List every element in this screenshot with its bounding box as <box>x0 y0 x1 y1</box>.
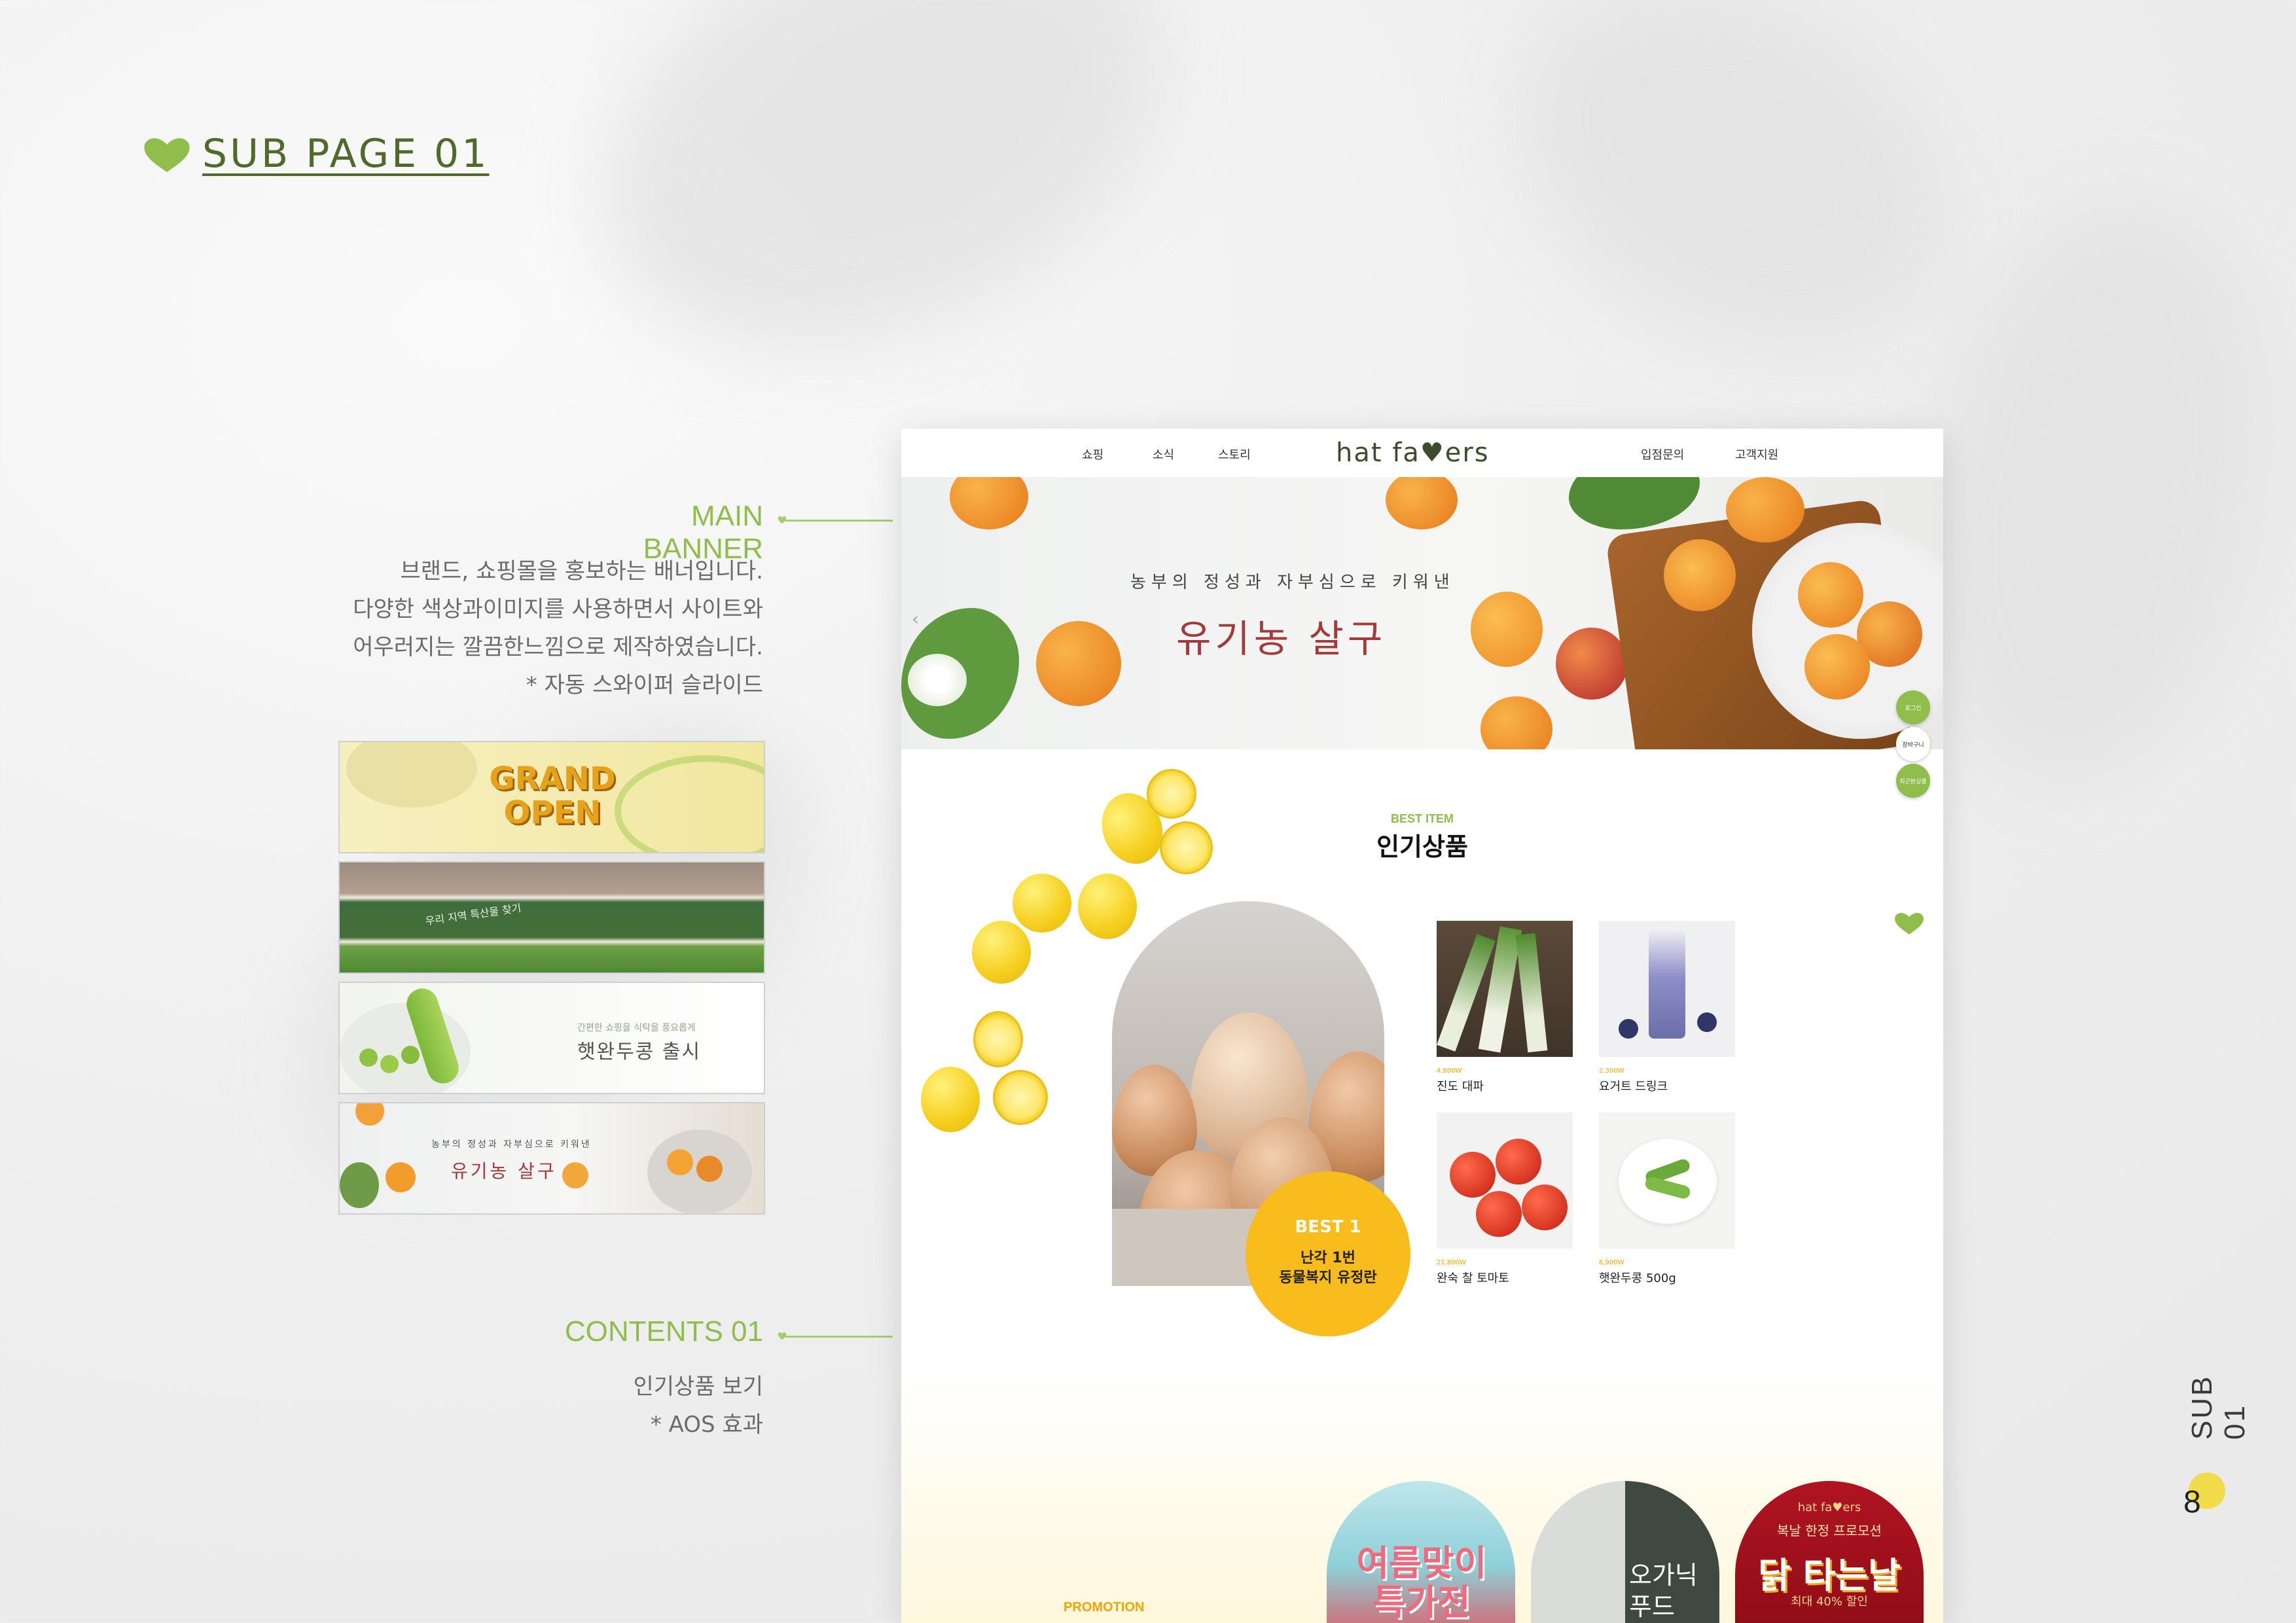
cart-label: 장바구니 <box>1902 741 1924 749</box>
best-badge: BEST 1 난각 1번 동물복지 유정란 <box>1246 1171 1410 1336</box>
lemon-slice-image <box>993 1070 1048 1125</box>
thumbnail-title: 햇완두콩 출시 <box>577 1041 702 1063</box>
nav-partner[interactable]: 입점문의 <box>1641 446 1684 463</box>
top-navigation: 쇼핑 소식 스토리 hat fa♥ers 입점문의 고객지원 <box>901 429 1943 477</box>
apricot-image <box>1798 562 1863 628</box>
contents-01-description: 인기상품 보기 * AOS 효과 <box>458 1368 764 1444</box>
apricot-image <box>1471 592 1543 667</box>
description-line: * 자동 스와이퍼 슬라이드 <box>526 672 763 698</box>
banner-thumbnail-local[interactable]: 우리 지역 특산물 찾기 <box>338 861 765 974</box>
cart-button[interactable]: 장바구니 <box>1896 727 1930 761</box>
slider-prev-icon[interactable]: ‹ <box>912 608 919 630</box>
product-image-yogurt <box>1599 921 1735 1057</box>
page-heading: SUB PAGE 01 <box>141 131 489 177</box>
description-line: * AOS 효과 <box>650 1412 763 1438</box>
product-price: 6,900W <box>1599 1259 1624 1266</box>
product-price: 2,300W <box>1599 1067 1624 1075</box>
product-name: 진도 대파 <box>1437 1080 1484 1094</box>
product-image-tomato <box>1437 1113 1573 1249</box>
thumbnail-title: 유기농 살구 <box>451 1160 557 1182</box>
connector-line <box>785 1336 893 1338</box>
flower-image <box>908 654 967 706</box>
page-number: 8 <box>2183 1485 2201 1520</box>
hero-subtitle: 농부의 정성과 자부심으로 키워낸 <box>1130 573 1455 592</box>
lemon-image <box>972 921 1031 984</box>
badge-rank: BEST 1 <box>1295 1217 1361 1237</box>
banner-thumbnail-peas[interactable]: 간편한 쇼핑을 식탁을 풍요롭게 햇완두콩 출시 <box>338 982 765 1094</box>
promotion-card-subtitle: 복날 한정 프로모션 <box>1777 1523 1882 1539</box>
nav-news[interactable]: 소식 <box>1153 446 1174 463</box>
nav-support[interactable]: 고객지원 <box>1735 446 1778 463</box>
apricot-image <box>1480 696 1552 749</box>
thumbnail-title: GRAND OPEN <box>489 760 616 831</box>
contents-01-title: CONTENTS 01 <box>564 1315 763 1347</box>
product-price: 21,800W <box>1437 1259 1466 1266</box>
thumbnail-subtitle: 농부의 정성과 자부심으로 키워낸 <box>431 1139 592 1150</box>
apricot-image <box>950 477 1028 529</box>
login-button[interactable]: 로그인 <box>1896 690 1930 724</box>
lemon-slice-image <box>973 1011 1023 1067</box>
background-shadow <box>1882 172 2296 810</box>
product-image-peas <box>1599 1113 1735 1249</box>
lemon-image <box>1078 874 1137 939</box>
best-item-label: BEST ITEM <box>1390 812 1454 825</box>
hero-title: 유기농 살구 <box>1176 616 1387 661</box>
website-mockup: 쇼핑 소식 스토리 hat fa♥ers 입점문의 고객지원 농부의 정성과 자… <box>901 429 1943 1623</box>
apricot-image <box>1804 634 1870 700</box>
leaf-image <box>1569 477 1700 529</box>
recent-label: 최근본상품 <box>1899 778 1927 785</box>
promotion-card-brand: hat fa♥ers <box>1797 1501 1861 1514</box>
description-line: 어우러지는 깔끔한느낌으로 제작하였습니다. <box>353 634 763 660</box>
best-item-title: 인기상품 <box>1376 832 1468 861</box>
background-shadow <box>533 0 1234 434</box>
nav-shop[interactable]: 쇼핑 <box>1082 446 1103 463</box>
background-shadow <box>1454 0 2015 420</box>
banner-thumbnail-apricot[interactable]: 농부의 정성과 자부심으로 키워낸 유기농 살구 <box>338 1102 765 1215</box>
page-title: SUB PAGE 01 <box>202 131 490 177</box>
badge-product-line1: 난각 1번 <box>1300 1250 1355 1266</box>
promotion-card-discount: 최대 40% 할인 <box>1791 1595 1868 1609</box>
heart-leaf-icon <box>144 138 190 172</box>
promotion-label: PROMOTION <box>1064 1600 1145 1614</box>
lemon-slice-image <box>1147 769 1196 819</box>
promotion-card-title: 여름맞이 특가전 <box>1356 1543 1487 1623</box>
lemon-image <box>1013 874 1071 933</box>
login-label: 로그인 <box>1905 705 1922 712</box>
product-card[interactable]: 4,800W 진도 대파 <box>1437 921 1573 1094</box>
apricot-image <box>1036 621 1121 706</box>
recent-items-button[interactable]: 최근본상품 <box>1896 764 1930 798</box>
apricot-image <box>1664 539 1736 611</box>
heart-leaf-icon <box>1895 912 1924 935</box>
product-price: 4,800W <box>1437 1067 1462 1075</box>
main-banner-description: 브랜드, 쇼핑몰을 홍보하는 배너입니다. 다양한 색상과이미지를 사용하면서 … <box>262 552 763 704</box>
lemon-image <box>921 1067 980 1132</box>
section-vertical-label: SUB 01 <box>2186 1374 2251 1440</box>
connector-line <box>785 520 893 522</box>
nav-story[interactable]: 스토리 <box>1218 446 1251 463</box>
apricot-image <box>1386 477 1458 529</box>
badge-product-line2: 동물복지 유정란 <box>1279 1270 1377 1286</box>
description-line: 인기상품 보기 <box>633 1374 764 1400</box>
description-line: 다양한 색상과이미지를 사용하면서 사이트와 <box>353 596 763 622</box>
product-name: 요거트 드링크 <box>1599 1080 1668 1094</box>
product-name: 햇완두콩 500g <box>1599 1272 1676 1285</box>
product-image-green-onion <box>1437 921 1573 1057</box>
banner-thumbnail-grand-open[interactable]: GRAND OPEN <box>338 741 765 853</box>
product-card[interactable]: 2,300W 요거트 드링크 <box>1599 921 1735 1094</box>
product-card[interactable]: 6,900W 햇완두콩 500g <box>1599 1113 1735 1286</box>
lemon-slice-image <box>1160 821 1213 874</box>
product-name: 완숙 찰 토마토 <box>1437 1272 1509 1285</box>
description-line: 브랜드, 쇼핑몰을 홍보하는 배너입니다. <box>400 558 763 584</box>
thumbnail-subtitle: 우리 지역 특산물 찾기 <box>424 901 522 928</box>
peach-image <box>1556 628 1628 700</box>
promotion-card-title: 닭 타는날 <box>1758 1555 1901 1596</box>
hero-banner[interactable]: 농부의 정성과 자부심으로 키워낸 유기농 살구 ‹ <box>901 477 1943 749</box>
thumbnail-subtitle: 간편한 쇼핑을 식탁을 풍요롭게 <box>577 1023 696 1033</box>
apricot-image <box>1726 477 1804 543</box>
brand-logo[interactable]: hat fa♥ers <box>1336 438 1490 468</box>
product-card[interactable]: 21,800W 완숙 찰 토마토 <box>1437 1113 1573 1286</box>
promotion-card-title: 오가닉 푸드 <box>1629 1561 1698 1621</box>
promotion-card-boknal[interactable]: hat fa♥ers 복날 한정 프로모션 닭 타는날 최대 40% 할인 <box>1735 1481 1924 1623</box>
